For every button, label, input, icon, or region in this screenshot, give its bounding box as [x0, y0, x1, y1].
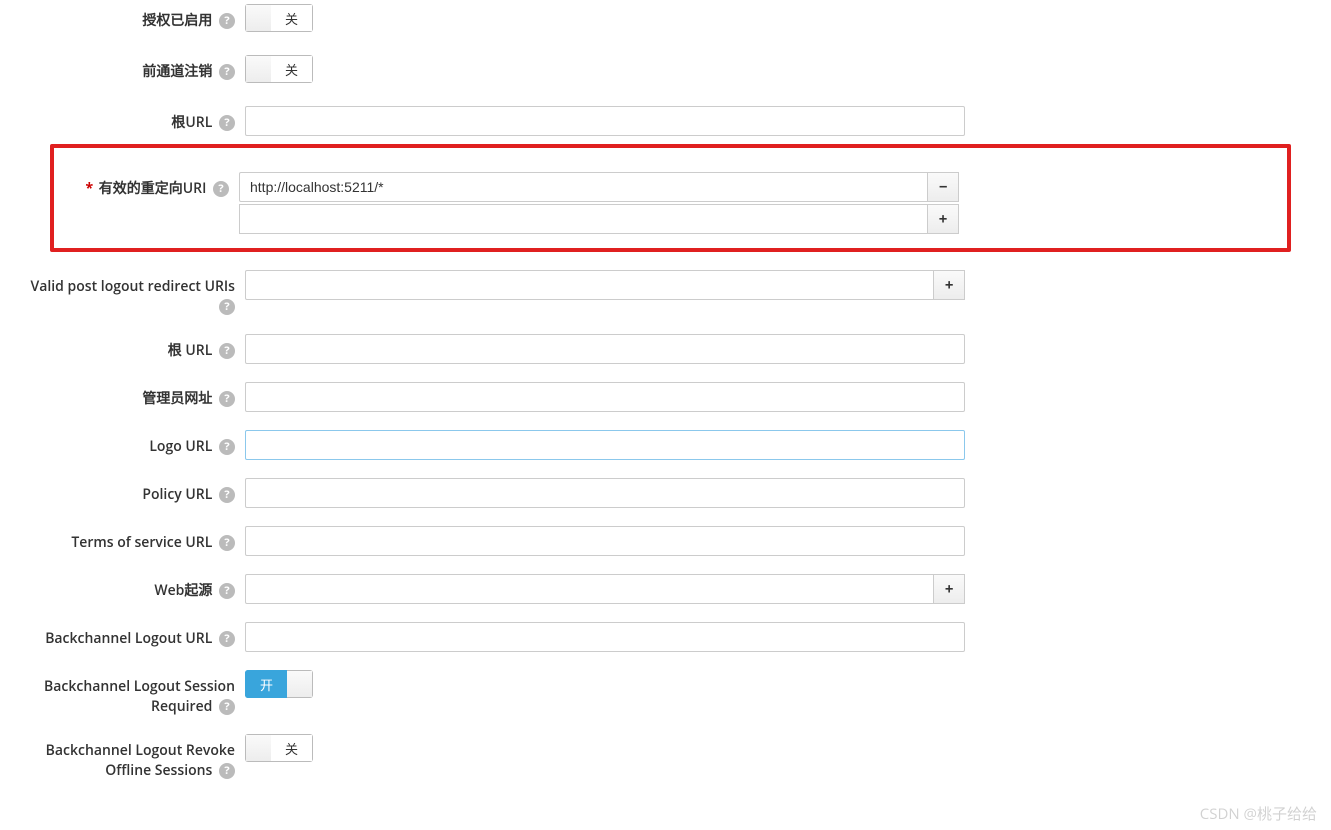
help-icon[interactable]: ? [219, 343, 235, 359]
input-logo-url[interactable] [245, 430, 965, 460]
input-bc-logout-url[interactable] [245, 622, 965, 652]
row-bc-logout-session: Backchannel Logout Session Required ? 开 [0, 670, 1331, 716]
toggle-off-label: 关 [271, 55, 313, 83]
row-root-url-top: 根URL ? [0, 106, 1331, 136]
help-icon[interactable]: ? [219, 115, 235, 131]
toggle-off-label: 关 [271, 4, 313, 32]
toggle-knob [245, 4, 271, 32]
row-logo-url: Logo URL ? [0, 430, 1331, 460]
required-asterisk: * [85, 179, 93, 198]
highlight-valid-redirect-uri: * 有效的重定向URI ? − + [50, 144, 1291, 252]
toggle-bc-logout-session[interactable]: 开 [245, 670, 313, 698]
row-bc-logout-url: Backchannel Logout URL ? [0, 622, 1331, 652]
row-root-url: 根 URL ? [0, 334, 1331, 364]
add-button[interactable]: + [934, 574, 965, 604]
help-icon[interactable]: ? [219, 699, 235, 715]
label-bc-logout-session: Backchannel Logout Session Required [44, 677, 235, 716]
row-admin-url: 管理员网址 ? [0, 382, 1331, 412]
row-policy-url: Policy URL ? [0, 478, 1331, 508]
row-front-channel-logout: 前通道注销 ? 关 [0, 55, 1331, 88]
label-policy-url: Policy URL [142, 485, 212, 504]
label-admin-url: 管理员网址 [142, 389, 212, 408]
toggle-knob [245, 734, 271, 762]
row-bc-logout-revoke: Backchannel Logout Revoke Offline Sessio… [0, 734, 1331, 780]
row-auth-enabled: 授权已启用 ? 关 [0, 4, 1331, 37]
label-bc-logout-url: Backchannel Logout URL [45, 629, 212, 648]
toggle-front-channel-logout[interactable]: 关 [245, 55, 313, 83]
input-policy-url[interactable] [245, 478, 965, 508]
toggle-bc-logout-revoke[interactable]: 关 [245, 734, 313, 762]
help-icon[interactable]: ? [219, 391, 235, 407]
help-icon[interactable]: ? [219, 535, 235, 551]
help-icon[interactable]: ? [219, 631, 235, 647]
toggle-knob [287, 670, 313, 698]
label-front-channel-logout: 前通道注销 [142, 62, 212, 81]
label-logo-url: Logo URL [149, 437, 212, 456]
row-tos-url: Terms of service URL ? [0, 526, 1331, 556]
help-icon[interactable]: ? [219, 299, 235, 315]
help-icon[interactable]: ? [213, 181, 229, 197]
input-valid-redirect-empty[interactable] [239, 204, 927, 234]
row-valid-post-logout: Valid post logout redirect URIs ? + [0, 270, 1331, 316]
toggle-auth-enabled[interactable]: 关 [245, 4, 313, 32]
label-root-url-top: 根URL [171, 113, 212, 132]
input-valid-redirect[interactable] [239, 172, 928, 202]
input-valid-post-logout[interactable] [245, 270, 934, 300]
input-admin-url[interactable] [245, 382, 965, 412]
row-web-origins: Web起源 ? + [0, 574, 1331, 604]
label-bc-logout-revoke: Backchannel Logout Revoke Offline Sessio… [46, 741, 235, 780]
toggle-on-label: 开 [245, 670, 287, 698]
remove-button[interactable]: − [928, 172, 959, 202]
toggle-knob [245, 55, 271, 83]
help-icon[interactable]: ? [219, 763, 235, 779]
label-root-url: 根 URL [168, 341, 213, 360]
label-valid-redirect: 有效的重定向URI [99, 179, 207, 198]
add-button[interactable]: + [934, 270, 965, 300]
client-settings-form: 授权已启用 ? 关 前通道注销 ? 关 根URL ? [0, 0, 1331, 819]
help-icon[interactable]: ? [219, 64, 235, 80]
label-auth-enabled: 授权已启用 [142, 11, 212, 30]
input-root-url[interactable] [245, 334, 965, 364]
label-valid-post-logout: Valid post logout redirect URIs [31, 277, 235, 296]
input-root-url-top[interactable] [245, 106, 965, 136]
help-icon[interactable]: ? [219, 487, 235, 503]
help-icon[interactable]: ? [219, 13, 235, 29]
help-icon[interactable]: ? [219, 439, 235, 455]
toggle-off-label: 关 [271, 734, 313, 762]
label-web-origins: Web起源 [154, 581, 212, 600]
label-tos-url: Terms of service URL [71, 533, 212, 552]
input-tos-url[interactable] [245, 526, 965, 556]
help-icon[interactable]: ? [219, 583, 235, 599]
input-web-origins[interactable] [245, 574, 934, 604]
add-button[interactable]: + [927, 204, 959, 234]
